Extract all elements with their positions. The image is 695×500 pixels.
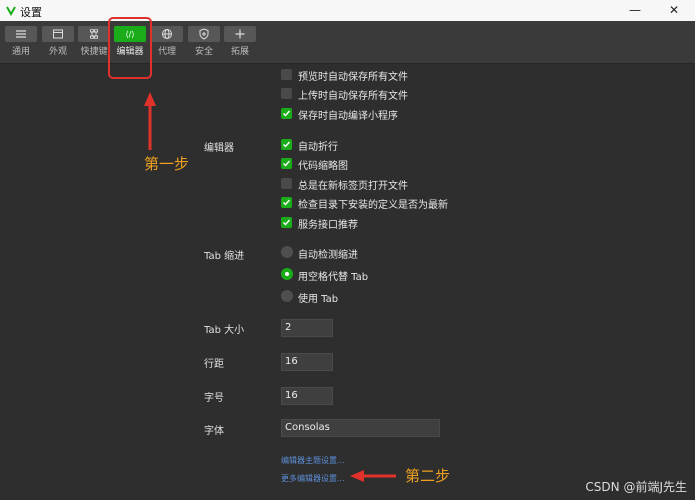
step1-annotation: 第一步 <box>144 155 190 173</box>
step1-arrow <box>144 92 156 150</box>
annotation-arrows <box>144 92 396 482</box>
watermark: CSDN @前端J先生 <box>585 480 687 494</box>
step2-arrow <box>350 470 396 482</box>
step2-annotation: 第二步 <box>405 467 451 485</box>
